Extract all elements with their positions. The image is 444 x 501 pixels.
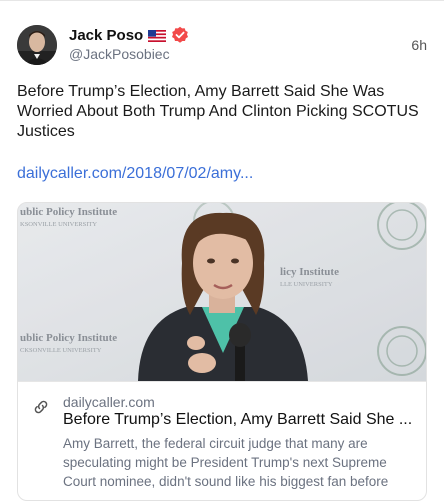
post-timestamp: 6h xyxy=(411,37,427,53)
link-chain-icon xyxy=(32,398,50,416)
card-image-banner-left-top-sub: KSONVILLE UNIVERSITY xyxy=(20,221,97,228)
card-domain: dailycaller.com xyxy=(63,394,155,410)
card-image-banner-left-top: ublic Policy Institute xyxy=(20,206,117,218)
author-name-row: Jack Poso xyxy=(69,25,189,45)
card-image-banner-right: licy Institute xyxy=(280,266,339,278)
card-image-banner-left-bottom-sub: CKSONVILLE UNIVERSITY xyxy=(20,347,102,354)
card-description: Amy Barrett, the federal circuit judge t… xyxy=(63,436,389,489)
post-link[interactable]: dailycaller.com/2018/07/02/amy... xyxy=(17,165,253,183)
card-image-banner-right-sub: LLE UNIVERSITY xyxy=(280,281,333,288)
verified-badge-icon xyxy=(171,26,189,44)
card-image-banner-left-bottom: ublic Policy Institute xyxy=(20,332,117,344)
post-text: Before Trump’s Election, Amy Barrett Sai… xyxy=(17,83,419,140)
avatar[interactable] xyxy=(17,25,57,65)
card-title[interactable]: Before Trump’s Election, Amy Barrett Sai… xyxy=(63,411,413,429)
card-image: ublic Policy Institute KSONVILLE UNIVERS… xyxy=(18,203,426,381)
us-flag-icon xyxy=(148,29,167,42)
card-meta: dailycaller.com Before Trump’s Election,… xyxy=(18,381,426,500)
post: Jack Poso @JackPosobiec 6h Before Trump’… xyxy=(0,0,444,501)
author-display-name[interactable]: Jack Poso xyxy=(69,27,143,44)
author-handle[interactable]: @JackPosobiec xyxy=(69,46,170,62)
link-preview-card[interactable]: ublic Policy Institute KSONVILLE UNIVERS… xyxy=(17,202,427,501)
